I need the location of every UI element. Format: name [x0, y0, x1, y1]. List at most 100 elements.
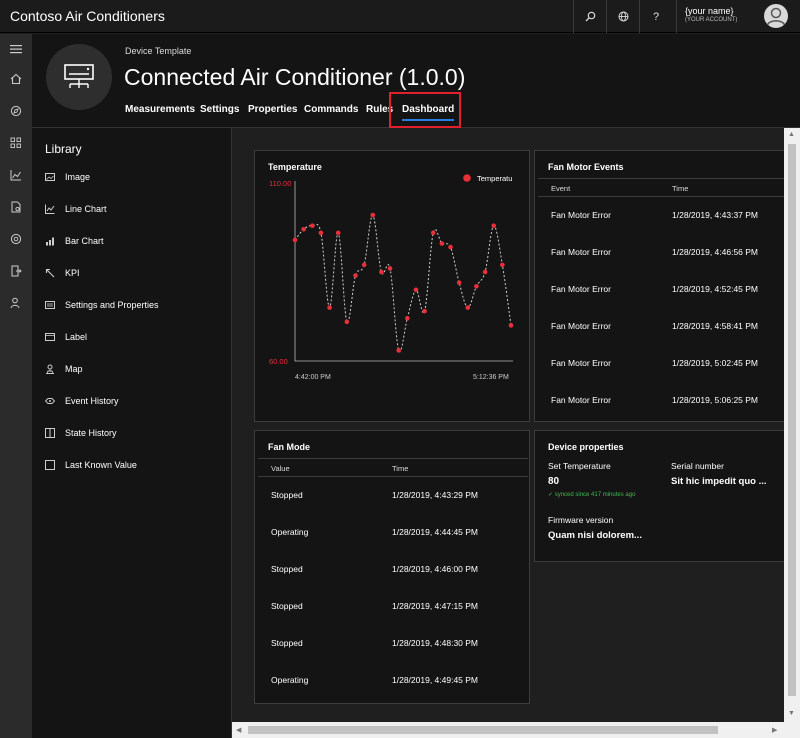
library-item-settings-properties[interactable]: Settings and Properties [45, 297, 159, 313]
scroll-up-icon[interactable]: ▲ [788, 131, 795, 138]
y-min-tick-label: 60.00 [269, 357, 288, 366]
temperature-data-point[interactable] [439, 241, 445, 246]
library-item-state-history[interactable]: State History [45, 425, 117, 441]
event-cell: Fan Motor Error [551, 358, 611, 368]
nav-analytics[interactable] [0, 162, 32, 188]
vertical-scroll-thumb[interactable] [788, 144, 796, 696]
tab-commands[interactable]: Commands [304, 104, 358, 115]
horizontal-scrollbar[interactable]: ◀ ▶ [232, 722, 784, 738]
temperature-data-point[interactable] [474, 283, 479, 289]
nav-device-templates[interactable] [0, 226, 32, 252]
hamburger-icon [10, 45, 22, 54]
time-cell: 1/28/2019, 4:46:00 PM [392, 564, 479, 574]
nav-jobs[interactable] [0, 194, 32, 220]
temperature-data-point[interactable] [396, 348, 401, 353]
nav-explorer[interactable] [0, 98, 32, 124]
nav-menu-button[interactable] [0, 36, 32, 62]
scroll-down-icon[interactable]: ▼ [788, 710, 795, 717]
library-item-label: Label [65, 332, 88, 342]
divider [538, 178, 784, 179]
temperature-data-point[interactable] [422, 308, 427, 314]
kpi-icon [45, 268, 55, 278]
library-title: Library [45, 142, 82, 156]
last-known-value-icon [45, 460, 55, 470]
temperature-data-point[interactable] [309, 223, 315, 229]
device-icon [46, 44, 112, 110]
time-cell: 1/28/2019, 4:44:45 PM [392, 527, 479, 537]
temperature-data-point[interactable] [405, 315, 410, 321]
device-properties-tile[interactable]: Device properties Set Temperature 80 ✓ s… [534, 430, 784, 562]
temperature-data-point[interactable] [448, 244, 453, 250]
dashboard-canvas: Temperature 110.00 60.00 4:42:00 PM 5:12… [232, 128, 784, 722]
library-item-line-chart[interactable]: Line Chart [45, 201, 107, 217]
temperature-data-point[interactable] [370, 212, 376, 218]
device-version: (1.0.0) [398, 64, 466, 90]
fan-motor-events-tile[interactable]: Fan Motor Events Event Time Fan Motor Er… [534, 150, 784, 422]
app-title: Contoso Air Conditioners [10, 8, 165, 24]
set-temperature-label: Set Temperature [548, 461, 611, 471]
library-item-map[interactable]: Map [45, 361, 83, 377]
temperature-tile[interactable]: Temperature 110.00 60.00 4:42:00 PM 5:12… [254, 150, 530, 422]
y-max-tick-label: 110.00 [269, 179, 291, 188]
column-header-value: Value [271, 464, 290, 473]
tab-measurements[interactable]: Measurements [125, 104, 195, 115]
horizontal-scroll-thumb[interactable] [248, 726, 718, 734]
value-cell: Operating [271, 527, 309, 537]
library-item-label: Last Known Value [65, 460, 137, 470]
temperature-data-point[interactable] [292, 237, 298, 243]
column-header-time: Time [672, 184, 689, 193]
language-button[interactable] [606, 0, 639, 33]
temperature-data-point[interactable] [318, 230, 324, 236]
nav-home[interactable] [0, 66, 32, 92]
temperature-chart: 110.00 60.00 4:42:00 PM 5:12:36 PM Tempe… [269, 174, 514, 381]
temperature-data-point[interactable] [508, 323, 514, 328]
temperature-data-point[interactable] [430, 230, 436, 236]
fan-mode-tile[interactable]: Fan Mode Value Time Stopped 1/28/2019, 4… [254, 430, 530, 704]
synced-status: ✓ synced since 417 minutes ago [548, 492, 636, 498]
avatar[interactable] [764, 4, 788, 28]
home-icon [10, 73, 22, 85]
tab-settings[interactable]: Settings [200, 104, 239, 115]
temperature-data-point[interactable] [500, 262, 505, 268]
temperature-data-point[interactable] [344, 319, 350, 325]
help-button[interactable]: ? [639, 0, 672, 33]
temperature-data-point[interactable] [335, 230, 341, 236]
event-history-icon [45, 396, 55, 406]
state-history-icon [45, 428, 55, 438]
temperature-data-point[interactable] [456, 280, 462, 285]
temperature-data-point[interactable] [379, 269, 384, 275]
nav-data-export[interactable] [0, 258, 32, 284]
bar-chart-icon [45, 236, 55, 246]
time-cell: 1/28/2019, 4:46:56 PM [672, 247, 759, 257]
library-item-image[interactable]: Image [45, 169, 90, 185]
temperature-data-point[interactable] [353, 273, 358, 278]
library-item-label: KPI [65, 268, 80, 278]
x-start-tick-label: 4:42:00 PM [295, 374, 331, 381]
device-properties-title: Device properties [548, 442, 624, 452]
temperature-data-point[interactable] [301, 226, 306, 232]
library-item-label-tile[interactable]: Label [45, 329, 87, 345]
library-item-kpi[interactable]: KPI [45, 265, 80, 281]
library-item-bar-chart[interactable]: Bar Chart [45, 233, 104, 249]
nav-device-sets[interactable] [0, 130, 32, 156]
temperature-data-point[interactable] [491, 223, 497, 229]
tab-properties[interactable]: Properties [248, 104, 297, 115]
temperature-data-point[interactable] [482, 269, 488, 275]
scroll-left-icon[interactable]: ◀ [236, 726, 241, 734]
temperature-data-point[interactable] [465, 305, 471, 310]
nav-administration[interactable] [0, 290, 32, 316]
library-item-event-history[interactable]: Event History [45, 393, 119, 409]
library-item-label: Bar Chart [65, 236, 104, 246]
search-button[interactable] [573, 0, 606, 33]
library-item-last-known-value[interactable]: Last Known Value [45, 457, 137, 473]
scroll-right-icon[interactable]: ▶ [772, 726, 777, 734]
user-avatar-icon [766, 7, 786, 26]
temperature-data-point[interactable] [361, 262, 367, 268]
device-template-label: Device Template [125, 46, 192, 56]
temperature-data-point[interactable] [413, 287, 419, 293]
value-cell: Stopped [271, 638, 303, 648]
vertical-scrollbar[interactable]: ▲ ▼ [784, 128, 800, 722]
device-sets-icon [10, 137, 21, 148]
temperature-data-point[interactable] [387, 266, 393, 271]
temperature-data-point[interactable] [327, 305, 332, 310]
